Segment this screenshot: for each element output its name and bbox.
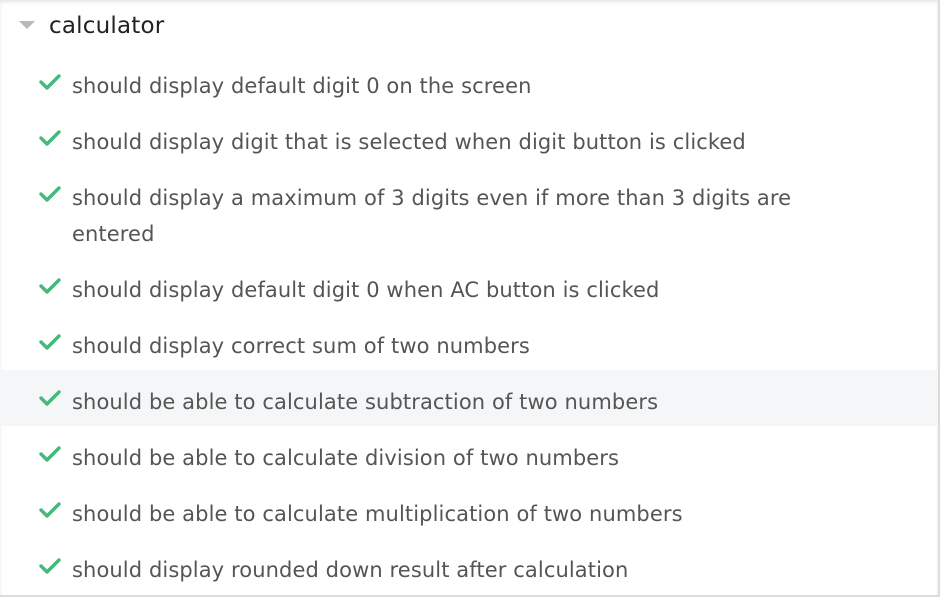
check-icon xyxy=(39,446,61,462)
test-runner-panel: calculator should display default digit … xyxy=(0,0,940,597)
test-item[interactable]: should display default digit 0 on the sc… xyxy=(0,54,938,110)
suite-header[interactable]: calculator xyxy=(0,0,938,52)
check-icon xyxy=(39,278,61,294)
check-icon xyxy=(39,130,61,146)
test-label: should display rounded down result after… xyxy=(72,558,629,582)
check-icon xyxy=(39,502,61,518)
test-item[interactable]: should be able to calculate multiplicati… xyxy=(0,482,938,538)
check-icon xyxy=(39,186,61,202)
test-label: should display digit that is selected wh… xyxy=(72,130,746,154)
test-item[interactable]: should be able to calculate division of … xyxy=(0,426,938,482)
test-item[interactable]: should display correct sum of two number… xyxy=(0,314,938,370)
test-label: should display a maximum of 3 digits eve… xyxy=(72,186,792,246)
check-icon xyxy=(39,390,61,406)
check-icon xyxy=(39,558,61,574)
caret-down-icon[interactable] xyxy=(19,21,35,29)
test-label: should be able to calculate multiplicati… xyxy=(72,502,683,526)
test-label: should display correct sum of two number… xyxy=(72,334,530,358)
test-label: should display default digit 0 when AC b… xyxy=(72,278,660,302)
test-label: should be able to calculate division of … xyxy=(72,446,620,470)
test-item[interactable]: should display digit that is selected wh… xyxy=(0,110,938,166)
test-item[interactable]: should display rounded down result after… xyxy=(0,538,938,594)
test-item[interactable]: should display default digit 0 when AC b… xyxy=(0,258,938,314)
test-item[interactable]: should display a maximum of 3 digits eve… xyxy=(0,166,938,258)
check-icon xyxy=(39,74,61,90)
test-item[interactable]: should be able to calculate subtraction … xyxy=(0,370,938,426)
test-list: should display default digit 0 on the sc… xyxy=(0,54,938,594)
test-label: should display default digit 0 on the sc… xyxy=(72,74,532,98)
test-label: should be able to calculate subtraction … xyxy=(72,390,659,414)
check-icon xyxy=(39,334,61,350)
suite-title: calculator xyxy=(49,13,165,39)
